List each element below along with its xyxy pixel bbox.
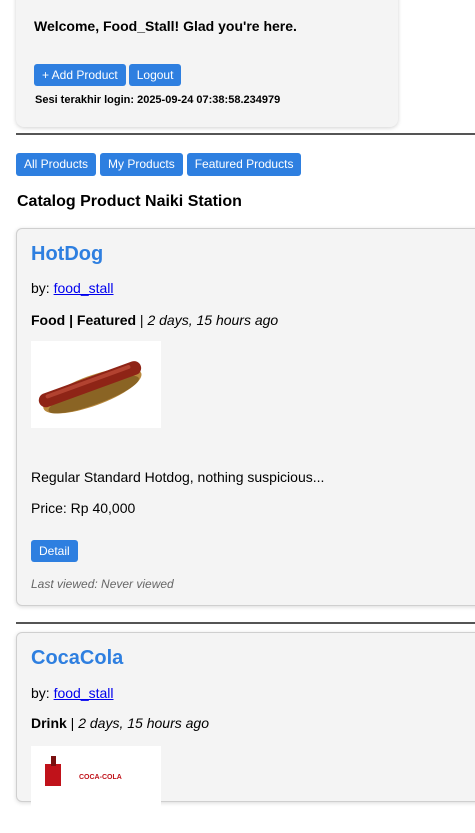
all-products-button[interactable]: All Products <box>16 153 97 176</box>
seller-link[interactable]: food_stall <box>54 685 114 701</box>
welcome-card: Welcome, Food_Stall! Glad you're here. +… <box>16 0 398 127</box>
product-price: Price: Rp 40,000 <box>31 500 136 516</box>
meta-separator: | <box>66 715 79 731</box>
product-meta: Drink | 2 days, 15 hours ago <box>31 715 209 731</box>
seller-link[interactable]: food_stall <box>54 280 114 296</box>
product-meta: Food | Featured | 2 days, 15 hours ago <box>31 312 278 328</box>
hotdog-image <box>31 341 161 428</box>
product-time-ago: 2 days, 15 hours ago <box>147 312 279 328</box>
product-description: Regular Standard Hotdog, nothing suspici… <box>31 469 325 485</box>
add-product-button[interactable]: + Add Product <box>34 64 126 86</box>
product-seller: by: food_stall <box>31 280 114 296</box>
divider <box>16 133 475 135</box>
product-card: HotDog by: food_stall Food | Featured | … <box>16 228 475 606</box>
product-title[interactable]: HotDog <box>31 243 103 266</box>
product-title[interactable]: CocaCola <box>31 647 123 670</box>
cocacola-bottle-image: COCA-COLA <box>31 746 161 833</box>
my-products-button[interactable]: My Products <box>100 153 183 176</box>
cocacola-label: COCA-COLA <box>79 774 122 781</box>
last-viewed: Last viewed: Never viewed <box>31 577 174 591</box>
product-card: CocaCola by: food_stall Drink | 2 days, … <box>16 632 475 833</box>
product-category: Drink <box>31 715 67 731</box>
catalog-title: Catalog Product Naiki Station <box>17 193 242 210</box>
divider <box>16 622 475 624</box>
welcome-message: Welcome, Food_Stall! Glad you're here. <box>34 18 297 34</box>
seller-prefix: by: <box>31 280 50 296</box>
seller-prefix: by: <box>31 685 50 701</box>
filter-bar: All Products My Products Featured Produc… <box>16 153 302 176</box>
meta-separator: | <box>136 312 148 328</box>
last-login-info: Sesi terakhir login: 2025-09-24 07:38:58… <box>35 94 281 106</box>
product-category: Food | Featured <box>31 312 137 328</box>
product-seller: by: food_stall <box>31 685 114 701</box>
header-actions: + Add Product Logout <box>34 64 182 86</box>
featured-products-button[interactable]: Featured Products <box>186 153 302 176</box>
detail-button[interactable]: Detail <box>31 540 78 562</box>
product-time-ago: 2 days, 15 hours ago <box>78 715 209 731</box>
logout-button[interactable]: Logout <box>128 64 182 86</box>
